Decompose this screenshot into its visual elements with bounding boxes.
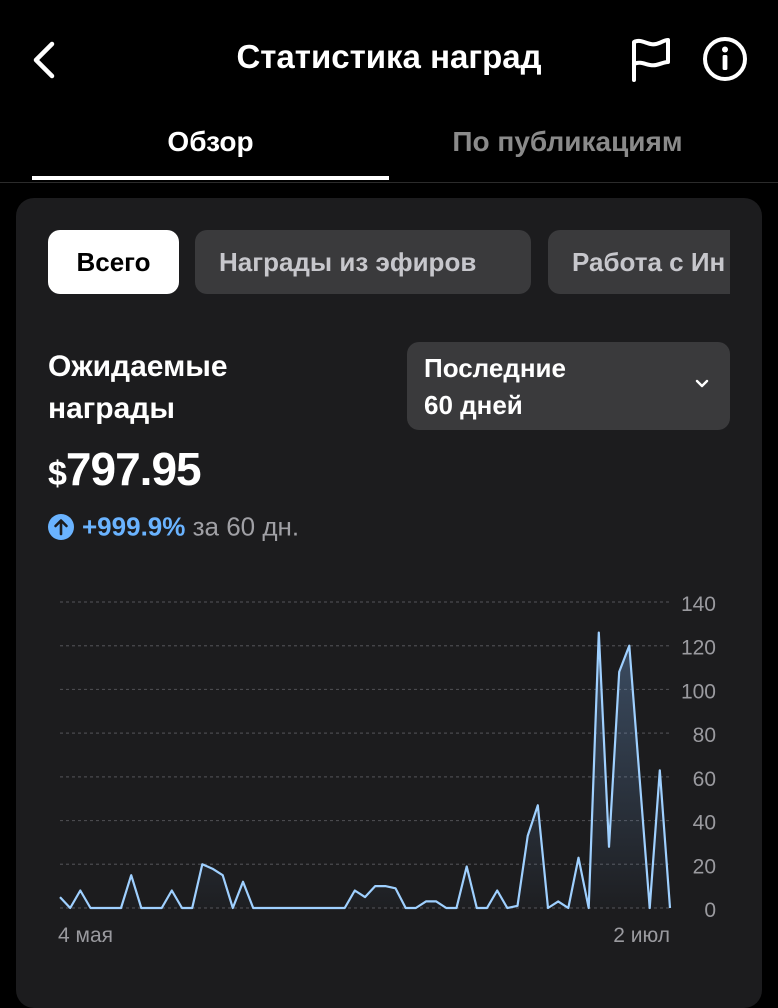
series-area [60,633,670,908]
y-tick-label: 120 [681,637,716,660]
y-tick-label: 80 [693,724,716,747]
x-tick-label: 2 июл [613,924,670,947]
y-tick-label: 140 [681,593,716,616]
info-icon [700,34,750,84]
tab-overview[interactable]: Обзор [32,126,389,178]
x-tick-label: 4 мая [58,924,113,947]
tab-bar: Обзор По публикациям [0,120,778,183]
tab-by-posts[interactable]: По публикациям [389,126,746,178]
flag-icon [626,36,674,84]
rewards-line-chart: 0 20 40 60 80 100 120 140 4 мая 2 июл [16,198,762,1008]
y-tick-label: 0 [704,899,716,922]
info-button[interactable] [700,34,750,84]
y-tick-label: 40 [693,812,716,835]
report-button[interactable] [626,36,674,84]
y-tick-label: 60 [693,768,716,791]
header: Статистика наград [0,0,778,120]
active-tab-indicator [32,176,389,180]
rewards-card: Всего Награды из эфиров Работа с Ин Ожид… [16,198,762,1008]
y-tick-label: 100 [681,680,716,703]
y-tick-label: 20 [693,855,716,878]
